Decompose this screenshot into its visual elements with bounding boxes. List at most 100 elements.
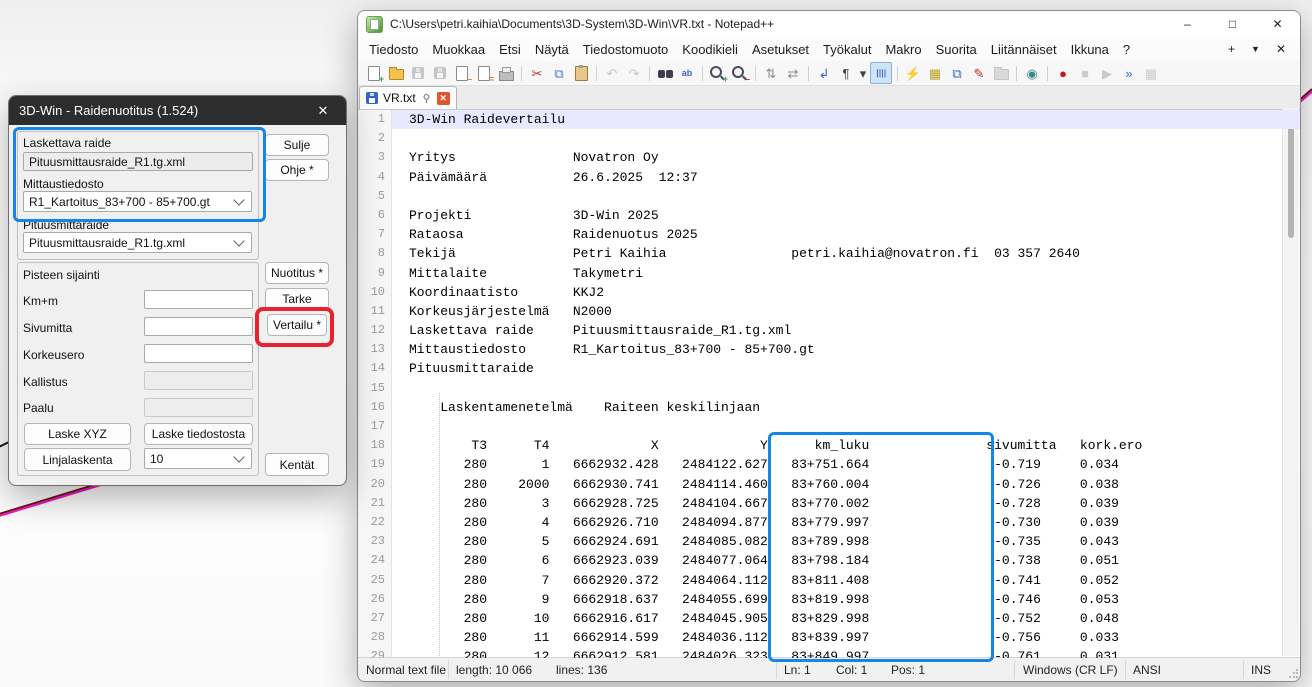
editor-line[interactable]: 11Korkeusjärjestelmä N2000 <box>358 302 1300 321</box>
find-icon[interactable] <box>655 63 675 83</box>
new-file-icon[interactable]: + <box>364 63 384 83</box>
sivumitta-input[interactable] <box>144 317 253 336</box>
editor-line[interactable]: 13Mittaustiedosto R1_Kartoitus_83+700 - … <box>358 340 1300 359</box>
sulje-button[interactable]: Sulje <box>265 134 329 156</box>
menu-asetukset[interactable]: Asetukset <box>745 40 816 59</box>
korkeusero-input[interactable] <box>144 344 253 363</box>
editor-line[interactable]: 22 280 4 6662926.710 2484094.877 83+779.… <box>358 513 1300 532</box>
new-tab-icon[interactable]: + <box>1228 42 1235 56</box>
save-icon[interactable] <box>408 63 428 83</box>
replace-icon[interactable]: ab <box>677 63 697 83</box>
editor-line[interactable]: 6Projekti 3D-Win 2025 <box>358 206 1300 225</box>
menu-tiedosto[interactable]: Tiedosto <box>362 40 425 59</box>
editor-line[interactable]: 2 <box>358 129 1300 148</box>
menu-etsi[interactable]: Etsi <box>492 40 528 59</box>
maximize-button[interactable]: □ <box>1210 11 1255 37</box>
word-wrap-icon[interactable]: ↲ <box>814 63 834 83</box>
close-button[interactable]: ✕ <box>1255 11 1300 37</box>
view-eye-icon[interactable]: ◉ <box>1022 63 1042 83</box>
file-browser-icon[interactable] <box>991 63 1011 83</box>
minimize-button[interactable]: – <box>1165 11 1210 37</box>
menu-makro[interactable]: Makro <box>878 40 928 59</box>
linjalaskenta-count-combo[interactable]: 10 <box>144 448 252 469</box>
dialog-titlebar[interactable]: 3D-Win - Raidenuotitus (1.524) ✕ <box>9 96 346 125</box>
menu-help[interactable]: ? <box>1116 40 1137 59</box>
close-all-documents-icon[interactable]: = <box>474 63 494 83</box>
tab-vr-txt[interactable]: VR.txt ✕ <box>359 86 457 109</box>
editor-line[interactable]: 23 280 5 6662924.691 2484085.082 83+789.… <box>358 532 1300 551</box>
close-doc-icon[interactable]: ✕ <box>1276 42 1286 56</box>
zoom-in-icon[interactable]: + <box>708 63 728 83</box>
status-ins[interactable]: INS <box>1251 658 1271 681</box>
function-list-icon[interactable]: ▦ <box>925 63 945 83</box>
menu-työkalut[interactable]: Työkalut <box>816 40 878 59</box>
play-macro-icon[interactable]: ▶ <box>1097 63 1117 83</box>
record-macro-icon[interactable]: ● <box>1053 63 1073 83</box>
open-folder-icon[interactable] <box>386 63 406 83</box>
mittaustiedosto-combo[interactable]: R1_Kartoitus_83+700 - 85+700.gt <box>23 191 252 212</box>
document-map-icon[interactable]: ⚡ <box>903 63 923 83</box>
editor-line[interactable]: 27 280 10 6662916.617 2484045.905 83+829… <box>358 609 1300 628</box>
menu-tiedostomuoto[interactable]: Tiedostomuoto <box>576 40 676 59</box>
print-icon[interactable] <box>496 63 516 83</box>
editor-line[interactable]: 7Rataosa Raidenuotus 2025 <box>358 225 1300 244</box>
save-all-icon[interactable] <box>430 63 450 83</box>
editor[interactable]: 13D-Win Raidevertailu23Yritys Novatron O… <box>358 110 1300 658</box>
status-eol[interactable]: Windows (CR LF) <box>1023 658 1118 681</box>
zoom-out-icon[interactable]: – <box>730 63 750 83</box>
editor-line[interactable]: 25 280 7 6662920.372 2484064.112 83+811.… <box>358 571 1300 590</box>
editor-line[interactable]: 24 280 6 6662923.039 2484077.064 83+798.… <box>358 551 1300 570</box>
cut-icon[interactable]: ✂ <box>527 63 547 83</box>
document-switcher-icon[interactable]: ✎ <box>969 63 989 83</box>
status-encoding[interactable]: ANSI <box>1133 658 1161 681</box>
kentat-button[interactable]: Kentät <box>265 453 329 476</box>
menu-näytä[interactable]: Näytä <box>528 40 576 59</box>
stop-macro-icon[interactable]: ■ <box>1075 63 1095 83</box>
editor-line[interactable]: 3Yritys Novatron Oy <box>358 148 1300 167</box>
editor-line[interactable]: 5 <box>358 187 1300 206</box>
editor-line[interactable]: 16 Laskentamenetelmä Raiteen keskilinjaa… <box>358 398 1300 417</box>
editor-line[interactable]: 12Laskettava raide Pituusmittausraide_R1… <box>358 321 1300 340</box>
paste-icon[interactable] <box>571 63 591 83</box>
sync-horizontal-scroll-icon[interactable]: ⇄ <box>783 63 803 83</box>
editor-line[interactable]: 29 280 12 6662912.581 2484026.323 83+849… <box>358 647 1300 658</box>
laske-xyz-button[interactable]: Laske XYZ <box>24 423 131 445</box>
notepad-titlebar[interactable]: C:\Users\petri.kaihia\Documents\3D-Syste… <box>358 11 1300 37</box>
sync-vertical-scroll-icon[interactable]: ⇅ <box>761 63 781 83</box>
editor-line[interactable]: 18 T3 T4 X Y km_luku sivumitta kork.ero <box>358 436 1300 455</box>
vertailu-button[interactable]: Vertailu * <box>267 314 327 336</box>
menu-ikkuna[interactable]: Ikkuna <box>1064 40 1116 59</box>
editor-line[interactable]: 10Koordinaatisto KKJ2 <box>358 283 1300 302</box>
undo-icon[interactable]: ↶ <box>602 63 622 83</box>
editor-line[interactable]: 4Päivämäärä 26.6.2025 12:37 <box>358 168 1300 187</box>
nuotitus-button[interactable]: Nuotitus * <box>265 262 329 284</box>
tarke-button[interactable]: Tarke <box>265 288 329 310</box>
macro-shortcut-icon[interactable]: ▦ <box>1141 63 1161 83</box>
tab-close-icon[interactable]: ✕ <box>437 92 450 105</box>
editor-line[interactable]: 28 280 11 6662914.599 2484036.112 83+839… <box>358 628 1300 647</box>
linjalaskenta-button[interactable]: Linjalaskenta <box>24 448 131 471</box>
show-all-characters-icon[interactable]: ¶ <box>836 63 856 83</box>
doc-list-dropdown-icon[interactable]: ▼ <box>1251 44 1260 54</box>
close-document-icon[interactable]: – <box>452 63 472 83</box>
laske-tiedostosta-button[interactable]: Laske tiedostosta <box>144 423 253 445</box>
menu-liitännäiset[interactable]: Liitännäiset <box>984 40 1064 59</box>
copy-icon[interactable]: ⧉ <box>549 63 569 83</box>
resize-grip[interactable] <box>1288 669 1298 679</box>
editor-line[interactable]: 26 280 9 6662918.637 2484055.699 83+819.… <box>358 590 1300 609</box>
menu-suorita[interactable]: Suorita <box>929 40 984 59</box>
editor-line[interactable]: 8Tekijä Petri Kaihia petri.kaihia@novatr… <box>358 244 1300 263</box>
folder-as-workspace-icon[interactable]: ⧉ <box>947 63 967 83</box>
menu-koodikieli[interactable]: Koodikieli <box>675 40 745 59</box>
editor-line[interactable]: 17 <box>358 417 1300 436</box>
km-m-input[interactable] <box>144 290 253 309</box>
editor-line[interactable]: 21 280 3 6662928.725 2484104.667 83+770.… <box>358 494 1300 513</box>
redo-icon[interactable]: ↷ <box>624 63 644 83</box>
run-macro-multiple-icon[interactable]: » <box>1119 63 1139 83</box>
tab-pin-icon[interactable] <box>421 93 432 104</box>
pituusmittaraide-combo[interactable]: Pituusmittausraide_R1.tg.xml <box>23 232 252 253</box>
editor-line[interactable]: 14Pituusmittaraide <box>358 359 1300 378</box>
dialog-close-icon[interactable]: ✕ <box>310 103 336 119</box>
editor-line[interactable]: 15 <box>358 379 1300 398</box>
show-symbols-dropdown-icon[interactable]: ▾ <box>858 63 868 83</box>
